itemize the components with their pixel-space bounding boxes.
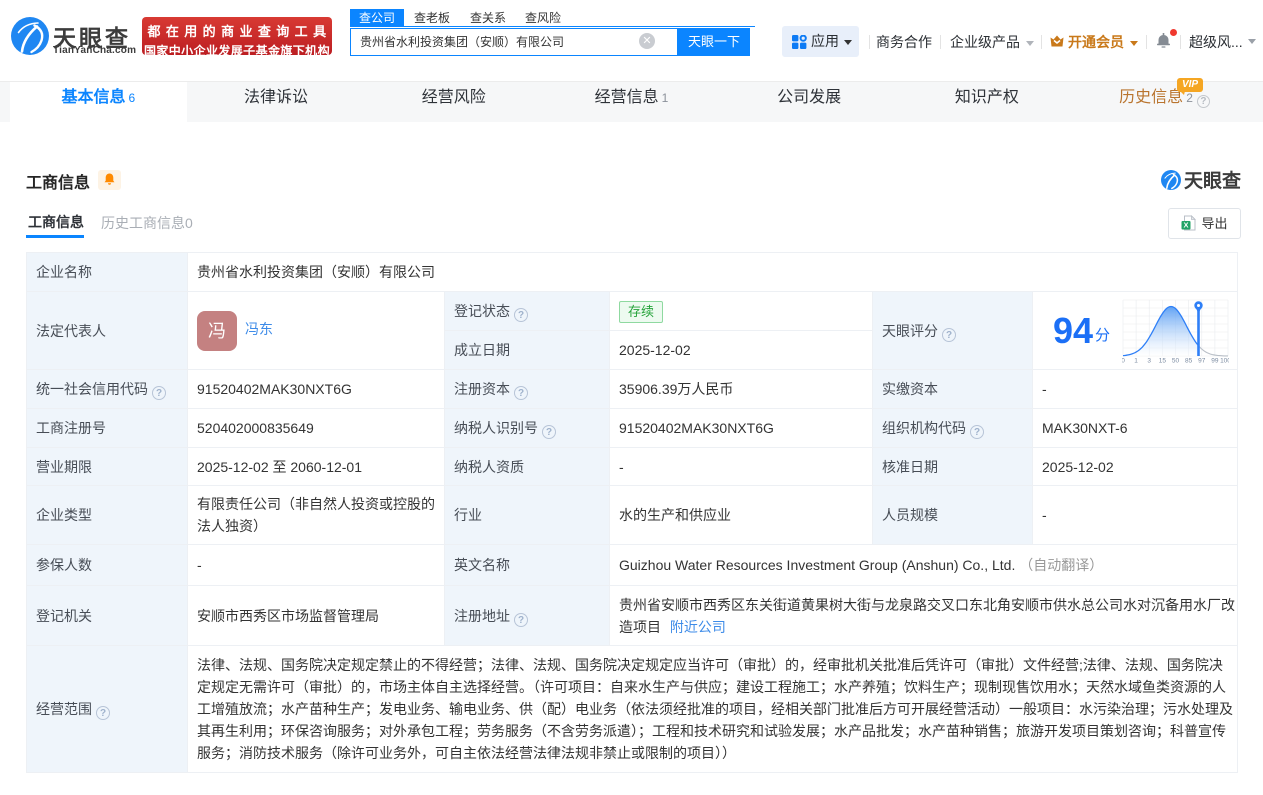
svg-text:100: 100	[1220, 357, 1229, 363]
svg-text:3: 3	[1147, 357, 1151, 363]
svg-text:天眼查: 天眼查	[1184, 169, 1242, 192]
svg-text:15: 15	[1159, 357, 1167, 363]
svg-text:50: 50	[1172, 357, 1180, 363]
svg-text:85: 85	[1185, 357, 1193, 363]
svg-text:X: X	[1184, 221, 1189, 230]
svg-text:99: 99	[1211, 357, 1219, 363]
svg-text:0: 0	[1122, 357, 1125, 363]
svg-text:1: 1	[1134, 357, 1138, 363]
svg-text:97: 97	[1198, 357, 1206, 363]
